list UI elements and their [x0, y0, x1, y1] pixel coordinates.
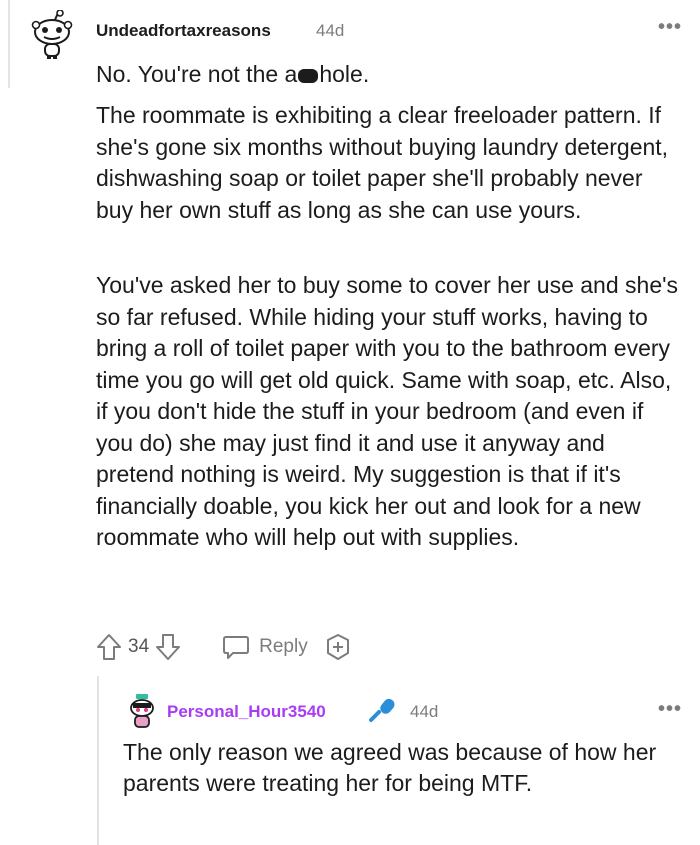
more-options-icon[interactable]: •••: [658, 17, 682, 37]
reply-avatar-icon[interactable]: [127, 690, 157, 730]
more-options-icon[interactable]: •••: [658, 699, 682, 719]
reply-icon: [221, 634, 251, 660]
comment-username[interactable]: Undeadfortaxreasons: [96, 21, 271, 41]
upvote-icon[interactable]: [96, 633, 122, 661]
comment-age: 44d: [316, 21, 345, 40]
reply-label: Reply: [259, 636, 308, 657]
reply-age: 44d: [410, 702, 439, 721]
microphone-icon: [368, 697, 398, 728]
reply-thread-line[interactable]: [97, 676, 99, 845]
reply-button[interactable]: Reply: [221, 634, 308, 660]
award-icon[interactable]: [324, 633, 352, 661]
first-line-text-end: hole.: [319, 61, 370, 87]
snoo-avatar-icon[interactable]: [30, 9, 74, 60]
thread-line: [8, 0, 10, 88]
comment-paragraph: You've asked her to buy some to cover he…: [96, 272, 679, 550]
reply-body: The only reason we agreed was because of…: [123, 739, 657, 796]
reply-username[interactable]: Personal_Hour3540: [167, 702, 326, 722]
censor-mark: [298, 68, 319, 83]
vote-count: 34: [128, 636, 150, 657]
downvote-icon[interactable]: [155, 633, 181, 661]
comment-first-line: No. You're not the a hole.: [96, 58, 369, 90]
comment-paragraph: The roommate is exhibiting a clear freel…: [96, 102, 669, 223]
first-line-text-start: No. You're not the a: [96, 61, 298, 87]
comment-actions: 34 Reply: [96, 630, 352, 664]
